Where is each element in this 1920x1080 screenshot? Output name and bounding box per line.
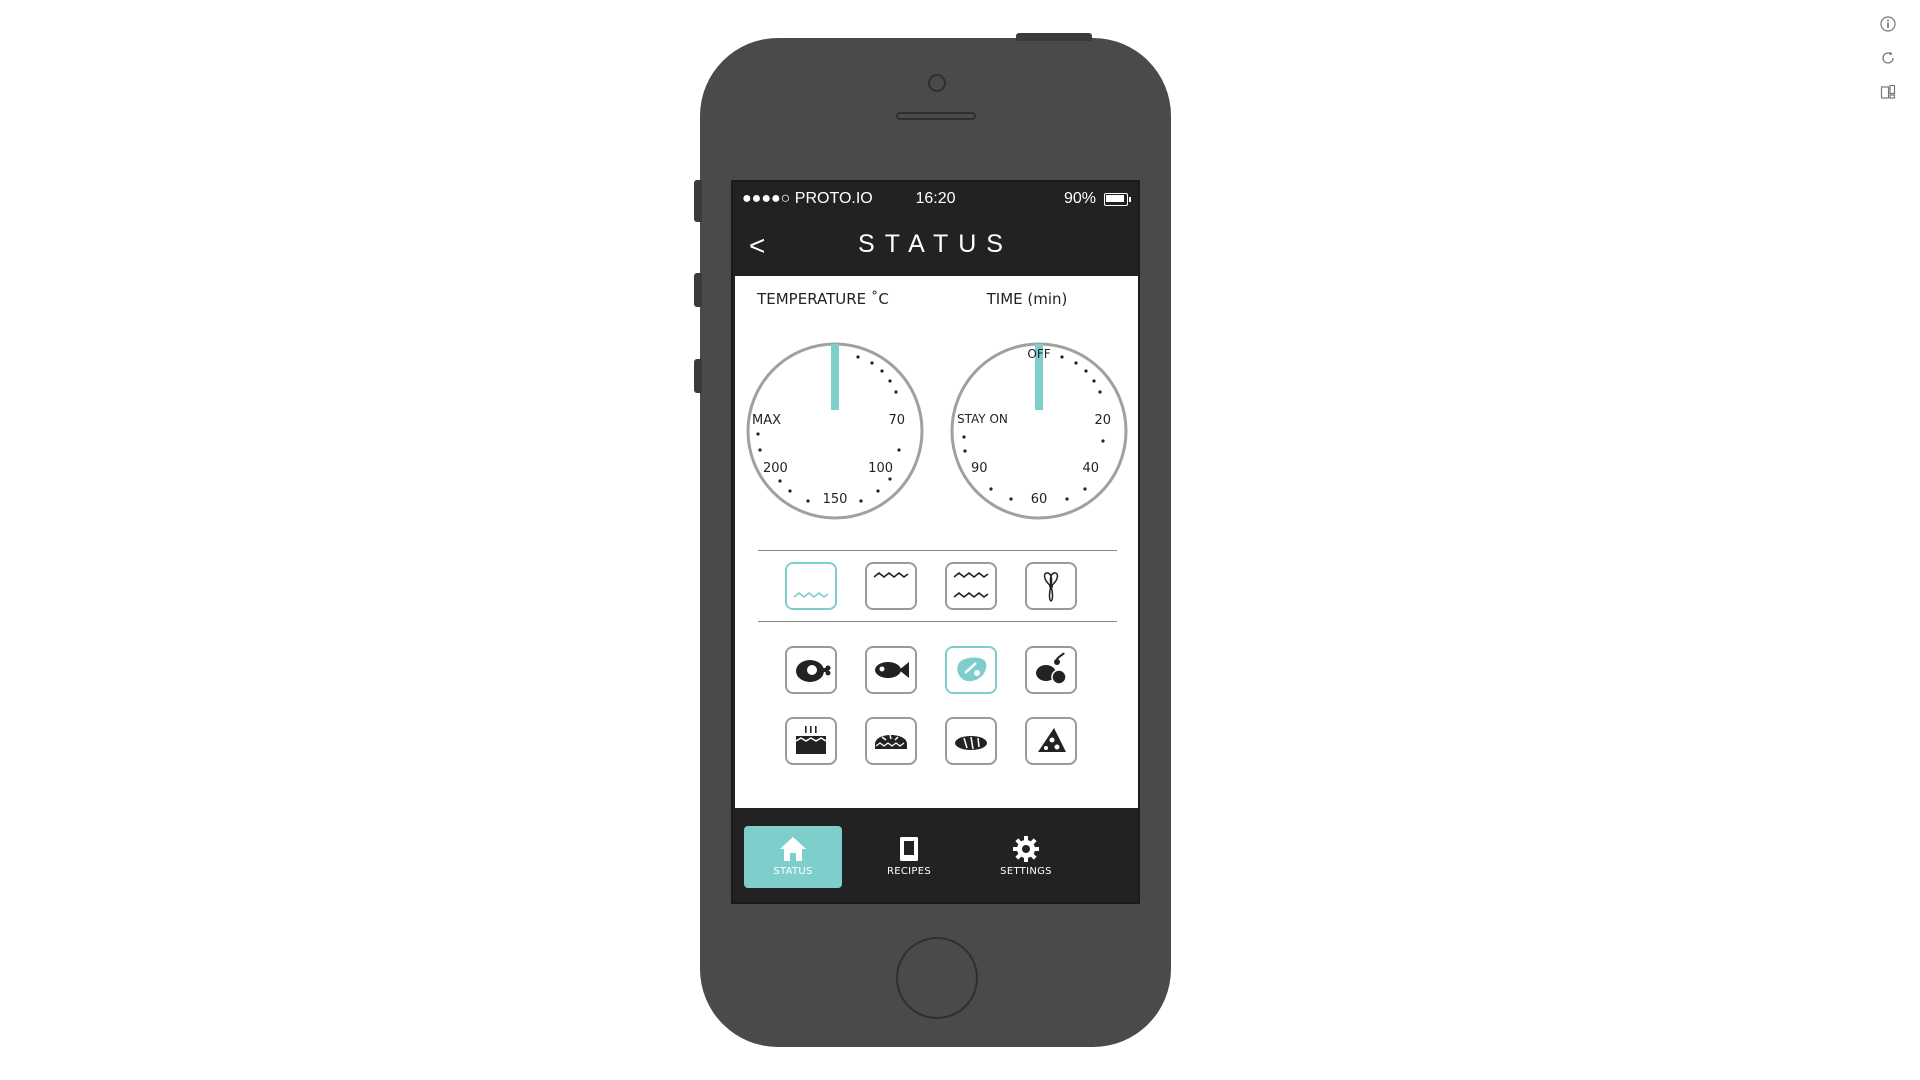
earpiece-speaker (896, 112, 976, 120)
phone-frame: ●●●●○ PROTO.IO 16:20 90% < STATUS TEMPER… (694, 33, 1171, 1047)
time-mark-90: 90 (971, 461, 988, 476)
tab-recipes[interactable]: RECIPES (860, 826, 958, 888)
vegetables-icon (1036, 652, 1067, 685)
phone-screen: ●●●●○ PROTO.IO 16:20 90% < STATUS TEMPER… (731, 180, 1140, 904)
temperature-mark-0: 0 (831, 347, 839, 362)
temperature-mark-max: MAX (752, 413, 781, 428)
volume-up-button (694, 273, 702, 307)
steak-icon (957, 657, 987, 682)
page-title: STATUS (858, 230, 1013, 258)
battery-percent: 90% (1063, 190, 1096, 207)
temperature-label: TEMPERATURE ˚C (757, 290, 889, 308)
time-label: TIME (min) (986, 290, 1068, 308)
heat-mode-top-bottom[interactable] (945, 562, 997, 610)
status-content: TEMPERATURE ˚C TIME (min) 0 70 100 150 2… (735, 276, 1138, 808)
device-switch-icon[interactable] (1878, 82, 1898, 102)
pie-icon (875, 734, 907, 749)
power-button (1016, 33, 1092, 41)
mute-switch (694, 180, 702, 222)
fan-icon (1043, 572, 1059, 602)
heat-mode-bottom[interactable] (785, 562, 837, 610)
food-chicken[interactable] (785, 646, 837, 694)
bottom-heat-icon (793, 591, 829, 599)
food-pizza[interactable] (1025, 717, 1077, 765)
heat-mode-top[interactable] (865, 562, 917, 610)
food-cake[interactable] (785, 717, 837, 765)
temperature-mark-70: 70 (888, 413, 905, 428)
viewer-tools (1878, 14, 1898, 102)
temperature-mark-200: 200 (763, 461, 788, 476)
food-pie[interactable] (865, 717, 917, 765)
tab-settings-label: SETTINGS (1000, 866, 1052, 877)
heat-mode-fan[interactable] (1025, 562, 1077, 610)
divider-bottom (758, 621, 1117, 622)
food-vegetables[interactable] (1025, 646, 1077, 694)
fish-icon (875, 662, 909, 678)
bread-icon (955, 736, 987, 750)
volume-down-button (694, 359, 702, 393)
temperature-mark-100: 100 (868, 461, 893, 476)
navigation-bar: < STATUS (733, 218, 1138, 276)
gear-icon (1013, 836, 1039, 862)
rotate-icon[interactable] (1878, 48, 1898, 68)
top-heat-icon (873, 571, 909, 579)
info-icon[interactable] (1878, 14, 1898, 34)
home-icon (780, 837, 806, 861)
food-steak[interactable] (945, 646, 997, 694)
tab-status[interactable]: STATUS (744, 826, 842, 888)
food-fish[interactable] (865, 646, 917, 694)
time-mark-40: 40 (1082, 461, 1099, 476)
tab-settings[interactable]: SETTINGS (977, 826, 1075, 888)
food-bread[interactable] (945, 717, 997, 765)
status-bar: ●●●●○ PROTO.IO 16:20 90% (733, 182, 1138, 218)
battery-icon (1104, 193, 1131, 206)
time-mark-60: 60 (1031, 492, 1048, 507)
time-mark-20: 20 (1094, 413, 1111, 428)
book-icon (900, 837, 918, 861)
front-camera (928, 74, 946, 92)
chicken-icon (796, 660, 831, 682)
time-mark-off: OFF (1027, 347, 1050, 361)
tab-bar: STATUS RECIPES SETTINGS (733, 808, 1138, 902)
time-dial[interactable]: OFF 20 40 60 90 STAY ON (949, 341, 1129, 521)
temperature-mark-150: 150 (823, 492, 848, 507)
tab-recipes-label: RECIPES (887, 866, 931, 877)
home-button[interactable] (896, 937, 978, 1019)
temperature-dial[interactable]: 0 70 100 150 200 MAX (745, 341, 925, 521)
time-mark-stay-on: STAY ON (957, 412, 1008, 426)
pizza-icon (1038, 728, 1066, 752)
divider-top (758, 550, 1117, 551)
tab-status-label: STATUS (773, 866, 813, 877)
top-bottom-heat-icon (953, 571, 989, 599)
cake-icon (795, 726, 827, 754)
